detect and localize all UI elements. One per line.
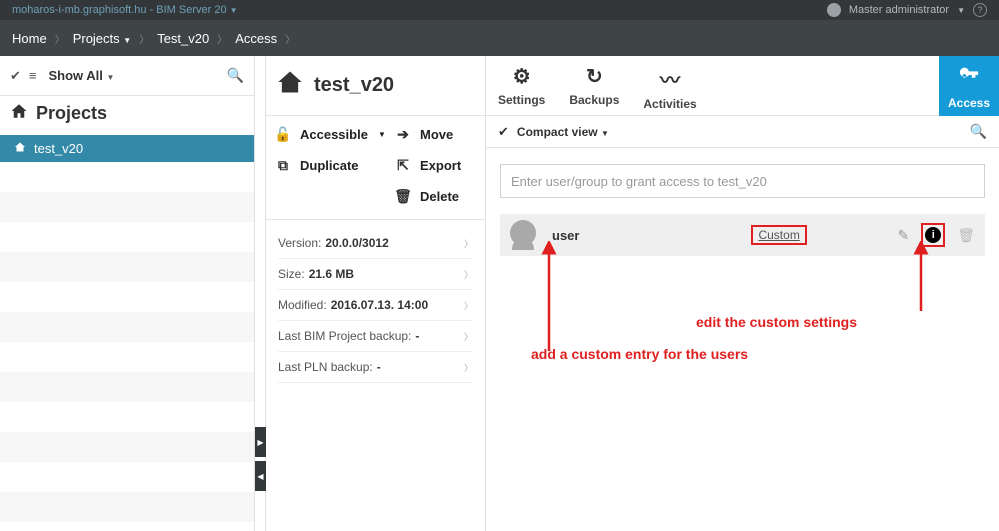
project-header: test_v20 <box>266 56 485 116</box>
trash-icon: 🗑 <box>394 188 412 205</box>
search-icon[interactable]: 🔍 <box>227 67 244 84</box>
meta-pln-backup[interactable]: Last PLN backup: - 〉 <box>278 352 473 383</box>
access-role-link[interactable]: Custom <box>751 225 806 245</box>
chevron-right-icon: 〉 <box>464 268 473 281</box>
breadcrumb: Home 〉 Projects ▼ 〉 Test_v20 〉 Access 〉 <box>0 20 999 56</box>
chevron-right-icon: 〉 <box>464 299 473 312</box>
caret-down-icon: ▼ <box>378 130 386 139</box>
arrow-right-icon: ➔ <box>394 126 412 143</box>
view-toolbar: ✔ Compact view ▼ 🔍 <box>486 116 999 148</box>
chevron-right-icon: 〉 <box>464 330 473 343</box>
tree-item-test-v20[interactable]: test_v20 <box>0 135 254 162</box>
panel-divider[interactable]: ▶ ◀ <box>255 56 266 531</box>
action-delete[interactable]: 🗑 Delete <box>394 184 484 209</box>
expand-left-icon[interactable]: ◀ <box>255 461 266 491</box>
key-icon <box>958 64 980 92</box>
action-move[interactable]: ➔ Move <box>394 122 484 147</box>
expand-right-icon[interactable]: ▶ <box>255 427 266 457</box>
meta-version[interactable]: Version: 20.0.0/3012 〉 <box>278 228 473 259</box>
activity-icon: 〰 <box>660 64 680 93</box>
list-icon[interactable]: ≡ <box>29 68 37 83</box>
check-icon[interactable]: ✔ <box>498 124 509 140</box>
info-button[interactable]: i <box>921 223 945 247</box>
annotation-text-add-entry: add a custom entry for the users <box>531 346 748 362</box>
user-avatar-icon <box>510 220 540 250</box>
duplicate-icon: ⧉ <box>274 157 292 174</box>
caret-down-icon: ▼ <box>957 6 965 15</box>
breadcrumb-test[interactable]: Test_v20 <box>157 31 209 46</box>
tab-backups[interactable]: ↻ Backups <box>557 56 631 113</box>
tab-access[interactable]: Access <box>939 56 999 116</box>
sidebar-title: Projects <box>36 103 107 124</box>
chevron-right-icon: 〉 <box>464 237 473 250</box>
caret-down-icon: ▼ <box>230 6 238 15</box>
access-user-name: user <box>552 228 579 243</box>
project-meta: Version: 20.0.0/3012 〉 Size: 21.6 MB 〉 M… <box>266 220 485 391</box>
chevron-right-icon: 〉 <box>55 31 65 46</box>
show-all-dropdown[interactable]: Show All ▼ <box>49 68 115 83</box>
home-icon <box>14 141 26 156</box>
tab-bar: ⚙ Settings ↻ Backups 〰 Activities Access <box>486 56 999 116</box>
edit-icon[interactable]: ✎ <box>897 227 909 244</box>
view-mode-dropdown[interactable]: Compact view ▼ <box>517 125 609 139</box>
sidebar-toolbar: ✔ ≡ Show All ▼ 🔍 <box>0 56 254 96</box>
breadcrumb-projects[interactable]: Projects ▼ <box>73 31 132 46</box>
unlock-icon: 🔓 <box>274 126 292 143</box>
export-icon: ⇱ <box>394 157 412 174</box>
project-panel: test_v20 🔓 Accessible ▼ ➔ Move ⧉ Duplica… <box>266 56 486 531</box>
server-bar: moharos-i-mb.graphisoft.hu - BIM Server … <box>0 0 999 20</box>
meta-size[interactable]: Size: 21.6 MB 〉 <box>278 259 473 290</box>
annotation-arrow <box>534 241 564 361</box>
breadcrumb-home[interactable]: Home <box>12 31 47 46</box>
content-area: ⚙ Settings ↻ Backups 〰 Activities Access… <box>486 56 999 531</box>
user-menu[interactable]: Master administrator ▼ ? <box>827 3 987 17</box>
server-label[interactable]: moharos-i-mb.graphisoft.hu - BIM Server … <box>12 4 827 16</box>
project-tree: test_v20 <box>0 135 254 162</box>
chevron-right-icon: 〉 <box>217 31 227 46</box>
check-icon[interactable]: ✔ <box>10 68 21 84</box>
info-icon: i <box>925 227 941 243</box>
access-list-row: user Custom ✎ i 🗑 <box>500 214 985 256</box>
chevron-right-icon: 〉 <box>139 31 149 46</box>
user-icon <box>827 3 841 17</box>
gear-icon: ⚙ <box>513 64 531 89</box>
sidebar-section-header: Projects <box>0 96 254 135</box>
meta-bim-backup[interactable]: Last BIM Project backup: - 〉 <box>278 321 473 352</box>
tab-activities[interactable]: 〰 Activities <box>631 56 708 117</box>
tree-item-label: test_v20 <box>34 141 83 156</box>
grant-access-input[interactable] <box>500 164 985 198</box>
tab-settings[interactable]: ⚙ Settings <box>486 56 557 113</box>
home-icon <box>276 68 304 103</box>
search-icon[interactable]: 🔍 <box>970 123 987 140</box>
chevron-right-icon: 〉 <box>285 31 295 46</box>
action-export[interactable]: ⇱ Export <box>394 153 484 178</box>
delete-icon[interactable]: 🗑 <box>957 227 975 244</box>
help-icon[interactable]: ? <box>973 3 987 17</box>
breadcrumb-access[interactable]: Access <box>235 31 277 46</box>
annotation-text-edit-custom: edit the custom settings <box>696 314 857 330</box>
chevron-right-icon: 〉 <box>464 361 473 374</box>
home-icon <box>10 102 28 125</box>
action-accessible[interactable]: 🔓 Accessible ▼ <box>274 122 394 147</box>
project-title: test_v20 <box>314 74 394 97</box>
sidebar: ✔ ≡ Show All ▼ 🔍 Projects test_v20 <box>0 56 255 531</box>
meta-modified[interactable]: Modified: 2016.07.13. 14:00 〉 <box>278 290 473 321</box>
action-duplicate[interactable]: ⧉ Duplicate <box>274 153 394 178</box>
user-name: Master administrator <box>849 4 949 16</box>
history-icon: ↻ <box>586 64 603 89</box>
